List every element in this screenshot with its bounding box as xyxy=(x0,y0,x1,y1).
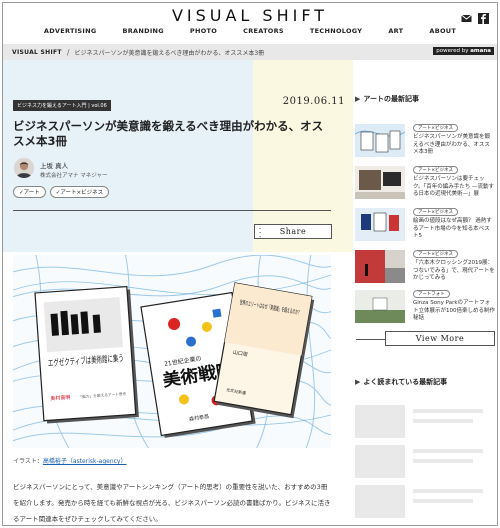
article-title-link[interactable]: Ginza Sony Parkのアートフォト立体展示が100倍楽しめる制作秘話 xyxy=(413,300,495,323)
share-button[interactable]: · · · Share xyxy=(254,224,332,241)
popular-articles-heading-text: よく読まれている最新記事 xyxy=(363,378,448,386)
article-title: ビジネスパーソンが美意識を鍛えるべき理由がわかる、オススメ本3冊 xyxy=(13,119,324,148)
author-organization: 株式会社アマナ マネジャー xyxy=(40,173,108,179)
books-illustration-graphic: エグゼクティブは美術館に集う 奥村高明 「脳力」を鍛えるアート思考 21世紀企業… xyxy=(13,255,331,448)
article-tag[interactable]: アートフォト xyxy=(413,290,450,298)
facebook-icon[interactable] xyxy=(478,9,489,24)
publish-date: 2019.06.11 xyxy=(282,96,345,107)
powered-by-badge[interactable]: powered by amana xyxy=(433,47,494,55)
popular-article-placeholder xyxy=(355,485,495,519)
powered-by-brand: amana xyxy=(470,48,491,54)
article-title-link[interactable]: 「六本木クロッシング2019展：つないでみる」で、現代アートをかじってみる xyxy=(413,260,495,283)
nav-technology[interactable]: TECHNOLOGY xyxy=(310,27,362,35)
article-body: ビジネスパーソンにとって、美意識やアートシンキング（アート的思考）の重要性を説い… xyxy=(13,483,331,523)
article-tag[interactable]: アート×ビジネス xyxy=(413,166,458,174)
nav-advertising[interactable]: ADVERTISING xyxy=(44,27,97,35)
article-thumbnail xyxy=(355,290,405,323)
hero-panel-left xyxy=(3,60,253,252)
article-thumbnail xyxy=(355,208,405,241)
author-avatar[interactable] xyxy=(14,158,34,178)
illustration-credit: イラスト：高橋裕子（asterisk-agency） xyxy=(13,456,126,465)
article-tag[interactable]: アート×ビジネス xyxy=(413,124,458,132)
article-thumbnail xyxy=(355,250,405,283)
view-more-line xyxy=(356,339,386,340)
breadcrumb-current: ビジネスパーソンが美意識を鍛えるべき理由がわかる、オススメ本3冊 xyxy=(74,49,265,57)
mail-icon[interactable] xyxy=(461,9,472,22)
nav-about[interactable]: ABOUT xyxy=(429,27,456,35)
page-frame: VISUAL SHIFT ADVERTISING BRANDING PHOTO … xyxy=(2,2,498,526)
nav-art[interactable]: ART xyxy=(388,27,403,35)
credit-prefix: イラスト： xyxy=(13,458,43,465)
nav-branding[interactable]: BRANDING xyxy=(123,27,164,35)
title-divider xyxy=(13,210,331,211)
popular-articles-heading: ▶ よく読まれている最新記事 xyxy=(355,377,447,387)
list-item[interactable]: アート×ビジネス ビジネスパーソンが美意識を鍛えるべき理由がわかる、オススメ本3… xyxy=(355,123,495,161)
latest-articles-heading: ▶ アートの最新記事 xyxy=(355,94,419,104)
article-thumbnail xyxy=(355,166,405,199)
nav-creators[interactable]: CREATORS xyxy=(243,27,284,35)
list-item[interactable]: アート×ビジネス 「六本木クロッシング2019展：つないでみる」で、現代アートを… xyxy=(355,249,495,287)
article-thumbnail xyxy=(355,124,405,157)
view-more-label: View More xyxy=(415,334,465,343)
site-logo[interactable]: VISUAL SHIFT xyxy=(3,6,497,25)
series-badge[interactable]: ビジネス力を鍛えるアート入門 | vol.06 xyxy=(13,100,111,111)
popular-article-placeholder xyxy=(355,445,495,479)
article-tags: ✓アート ✓アート×ビジネス xyxy=(13,186,110,198)
article-title-link[interactable]: ビジネスパーソンが美意識を鍛えるべき理由がわかる、オススメ本3冊 xyxy=(413,134,495,157)
article-title-link[interactable]: ビジネスパーソンは要チェック。「百年の編み手たち —流動する日本の近現代美術—」… xyxy=(413,176,495,199)
breadcrumb-home[interactable]: VISUAL SHIFT xyxy=(12,49,62,56)
list-item[interactable]: アートフォト Ginza Sony Parkのアートフォト立体展示が100倍楽し… xyxy=(355,289,495,327)
breadcrumb-separator: / xyxy=(66,47,70,57)
author-name[interactable]: 上坂 真人 xyxy=(40,160,68,170)
list-item[interactable]: アート×ビジネス ビジネスパーソンは要チェック。「百年の編み手たち —流動する日… xyxy=(355,165,495,203)
books-illustration: エグゼクティブは美術館に集う 奥村高明 「脳力」を鍛えるアート思考 21世紀企業… xyxy=(13,255,331,448)
tag-art[interactable]: ✓アート xyxy=(13,186,46,198)
header-icons xyxy=(461,9,489,24)
popular-article-placeholder xyxy=(355,405,495,439)
article-title-link[interactable]: 絵画の値段はなぜ高額？ 過熱するアート市場の今を知る本ベスト5 xyxy=(413,218,495,241)
article-tag[interactable]: アート×ビジネス xyxy=(413,208,458,216)
breadcrumb: VISUAL SHIFT / ビジネスパーソンが美意識を鍛えるべき理由がわかる、… xyxy=(3,44,497,60)
share-dots-icon: · · · xyxy=(259,225,262,241)
latest-articles-heading-text: アートの最新記事 xyxy=(363,95,419,103)
book1-author: 奥村高明 xyxy=(50,394,70,402)
credit-link[interactable]: 高橋裕子（asterisk-agency） xyxy=(43,458,127,465)
article-tag[interactable]: アート×ビジネス xyxy=(413,250,458,258)
powered-by-label: powered by xyxy=(436,48,469,54)
chevron-right-icon: ▶ xyxy=(355,378,361,386)
tag-art-business[interactable]: ✓アート×ビジネス xyxy=(49,186,110,198)
nav-photo[interactable]: PHOTO xyxy=(190,27,217,35)
view-more-button[interactable]: View More xyxy=(356,331,495,346)
main-nav: ADVERTISING BRANDING PHOTO CREATORS TECH… xyxy=(3,27,497,35)
chevron-right-icon: ▶ xyxy=(355,95,361,103)
list-item[interactable]: アート×ビジネス 絵画の値段はなぜ高額？ 過熱するアート市場の今を知る本ベスト5 xyxy=(355,207,495,245)
share-label: Share xyxy=(279,227,307,236)
